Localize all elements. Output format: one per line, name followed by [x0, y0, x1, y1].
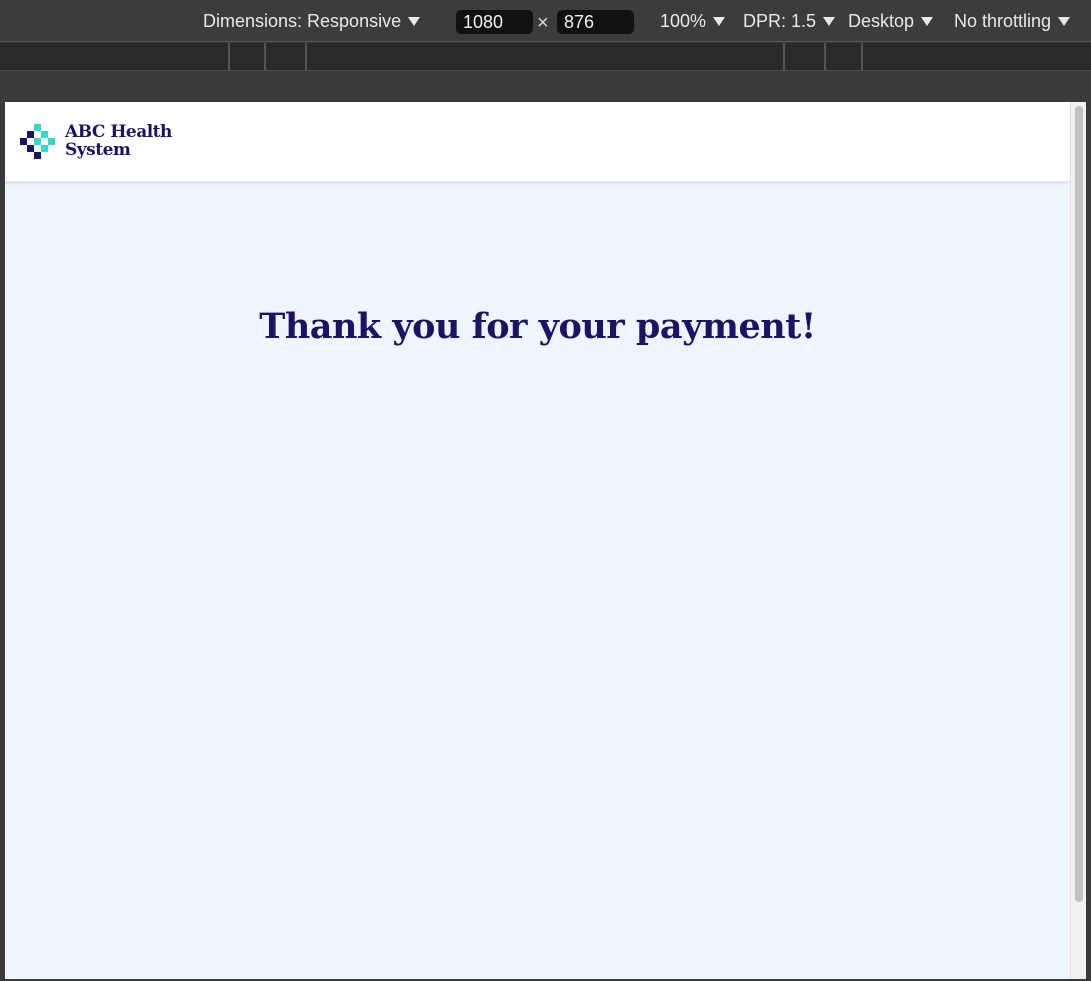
logo-wordmark: ABC Health System	[65, 123, 172, 159]
width-input[interactable]: 1080	[456, 10, 533, 34]
device-type-dropdown[interactable]: Desktop	[848, 11, 934, 32]
chevron-down-icon	[408, 17, 421, 26]
site-header: ABC Health System	[5, 102, 1070, 182]
zoom-dropdown[interactable]: 100%	[660, 11, 726, 32]
device-type-label: Desktop	[848, 11, 915, 31]
site-logo[interactable]: ABC Health System	[20, 123, 172, 159]
logo-line-1: ABC Health	[65, 122, 172, 142]
media-query-marker[interactable]	[228, 43, 230, 71]
scrollbar-thumb[interactable]	[1075, 106, 1083, 902]
times-separator: ×	[537, 12, 549, 34]
device-toolbar: Dimensions: Responsive 1080 × 876 100% D…	[0, 0, 1091, 42]
throttling-dropdown[interactable]: No throttling	[954, 11, 1071, 32]
chevron-down-icon	[823, 17, 836, 26]
media-query-marker[interactable]	[305, 43, 307, 71]
logo-line-2: System	[65, 140, 131, 160]
height-input[interactable]: 876	[557, 10, 634, 34]
dpr-label: DPR: 1.5	[743, 11, 817, 31]
health-cross-icon	[20, 124, 55, 159]
media-query-marker[interactable]	[861, 43, 863, 71]
chevron-down-icon	[713, 17, 726, 26]
dimensions-label: Dimensions: Responsive	[203, 11, 402, 31]
dpr-dropdown[interactable]: DPR: 1.5	[743, 11, 836, 32]
chevron-down-icon	[921, 17, 934, 26]
media-query-bar[interactable]	[0, 43, 1091, 71]
page-title: Thank you for your payment!	[259, 306, 816, 347]
page-viewport: ABC Health System Thank you for your pay…	[5, 102, 1086, 979]
media-query-marker[interactable]	[824, 43, 826, 71]
chevron-down-icon	[1058, 17, 1071, 26]
viewport-gutter	[0, 72, 1091, 102]
media-query-marker[interactable]	[264, 43, 266, 71]
scrollbar[interactable]	[1070, 102, 1086, 979]
media-query-marker[interactable]	[783, 43, 785, 71]
dimensions-dropdown[interactable]: Dimensions: Responsive	[203, 11, 421, 32]
zoom-label: 100%	[660, 11, 707, 31]
throttling-label: No throttling	[954, 11, 1052, 31]
